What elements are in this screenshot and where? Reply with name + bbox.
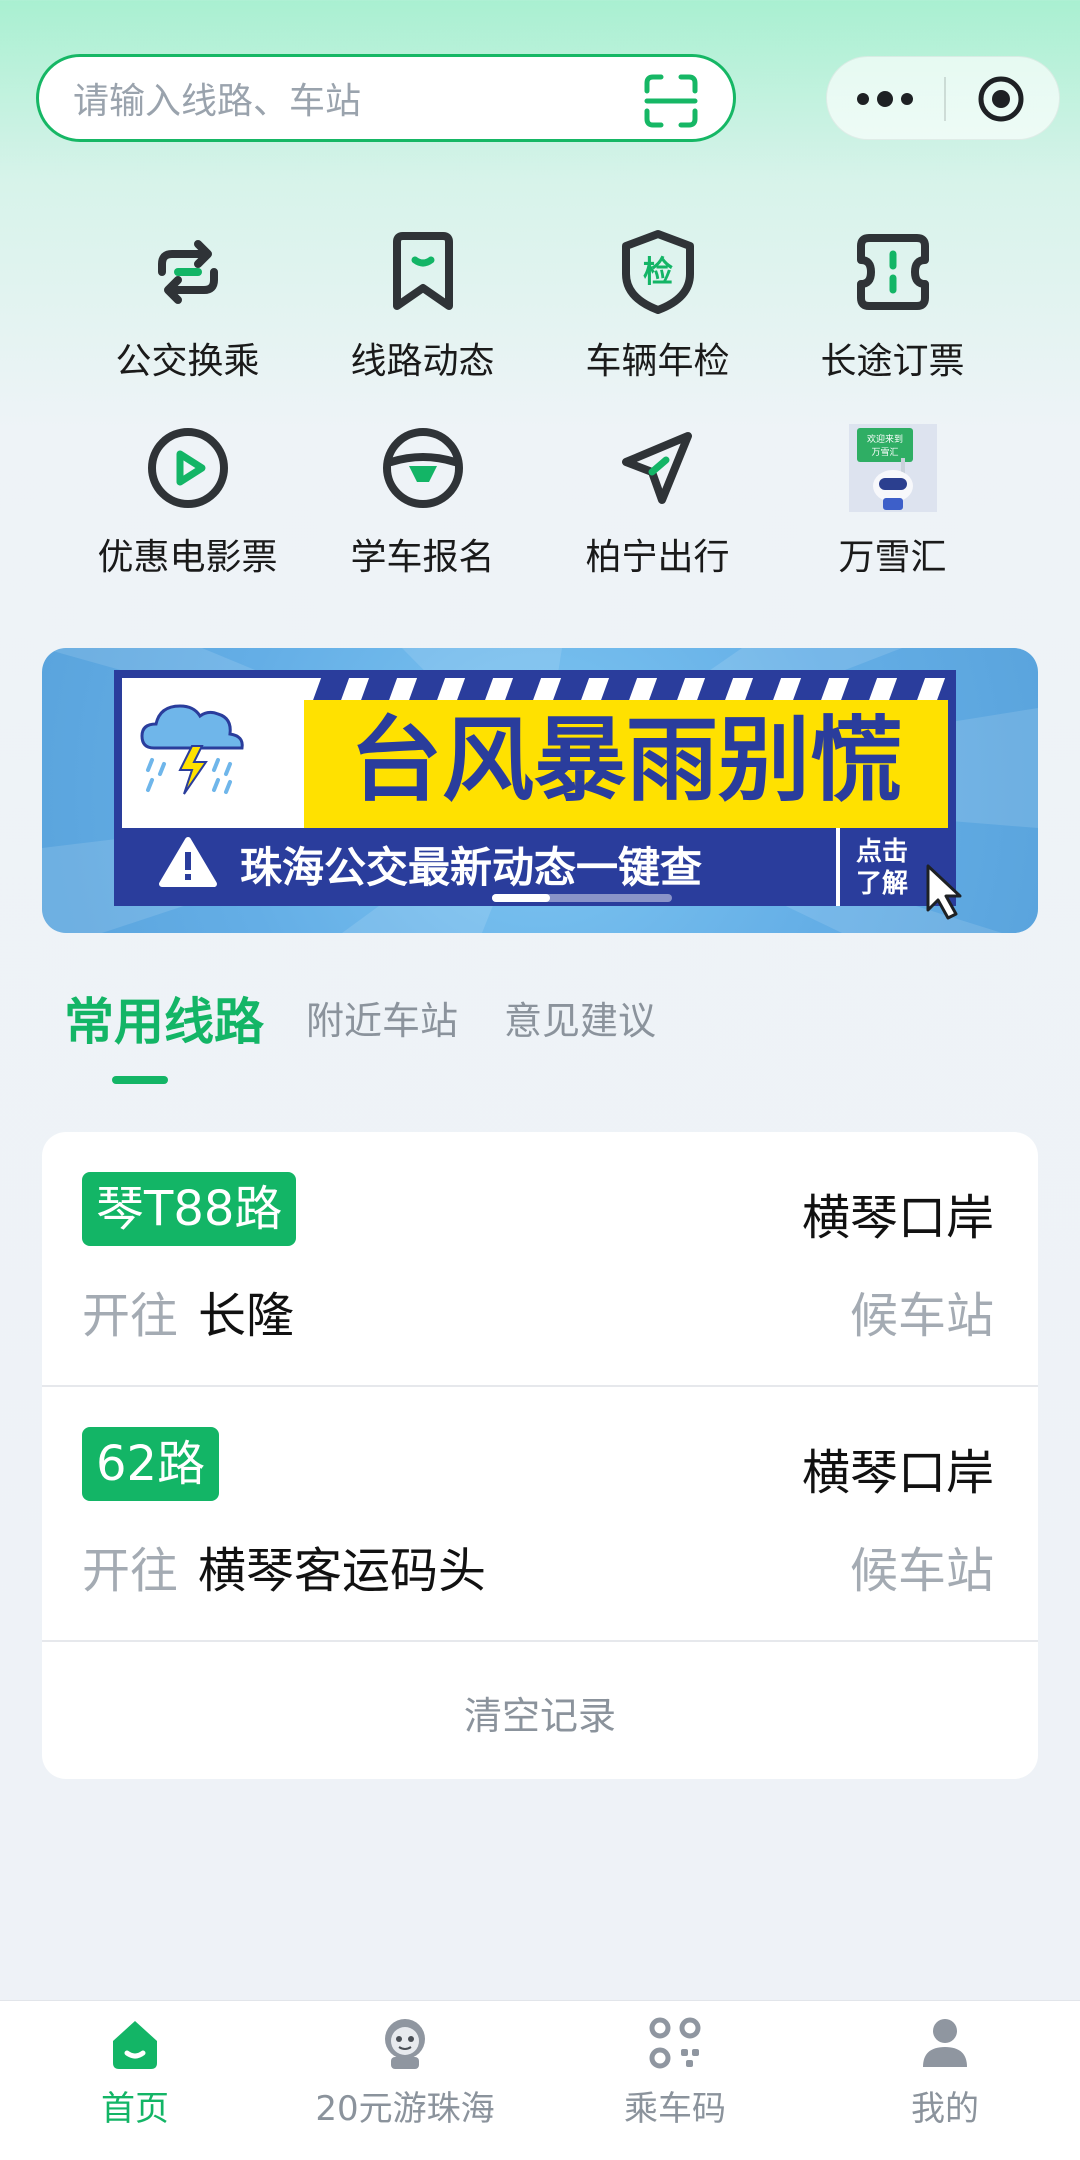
banner-cta-line2: 了解 (856, 869, 908, 899)
route-line-badge: 琴T88路 (82, 1172, 297, 1246)
grid-item-wanxuehui[interactable]: 欢迎来到 万雪汇 万雪汇 (775, 422, 1010, 582)
banner-pagination-active (492, 894, 550, 902)
miniprogram-capsule (826, 56, 1060, 140)
grid-item-label: 线路动态 (350, 341, 495, 382)
user-icon (923, 2019, 967, 2067)
grid-item-label: 学车报名 (350, 537, 495, 578)
close-target-icon[interactable] (977, 75, 1025, 123)
route-direction-label: 开往 (82, 1288, 179, 1344)
qr-code-icon (649, 2017, 701, 2069)
tab-nearby-stations[interactable]: 附近车站 (306, 990, 458, 1045)
more-icon[interactable] (855, 82, 915, 116)
grid-item-label: 公交换乘 (115, 341, 260, 382)
mascot-image: 欢迎来到 万雪汇 (848, 424, 937, 512)
grid-item-driving-school[interactable]: 学车报名 (305, 422, 540, 582)
grid-item-label: 万雪汇 (838, 537, 947, 578)
route-line-badge: 62路 (82, 1427, 220, 1501)
capsule-divider (944, 77, 946, 121)
svg-text:万雪汇: 万雪汇 (871, 447, 898, 458)
grid-item-route-status[interactable]: 线路动态 (305, 226, 540, 386)
nav-20yuan-tour[interactable]: 20元游珠海 (270, 2001, 540, 2160)
svg-text:欢迎来到: 欢迎来到 (866, 433, 902, 445)
nav-home[interactable]: 首页 (0, 2001, 270, 2160)
route-status: 候车站 (849, 1543, 994, 1599)
nav-ride-code[interactable]: 乘车码 (540, 2001, 810, 2160)
grid-item-inspection[interactable]: 检 车辆年检 (540, 226, 775, 386)
scan-icon[interactable] (643, 73, 699, 129)
route-tabs: 常用线路 附近车站 意见建议 (64, 990, 1024, 1090)
banner-cta-line1: 点击 (856, 836, 908, 867)
grid-item-long-distance-ticket[interactable]: 长途订票 (775, 226, 1010, 386)
banner-subtitle: 珠海公交最新动态一键查 (240, 843, 702, 892)
route-stop: 横琴口岸 (801, 1445, 994, 1501)
route-stop: 横琴口岸 (801, 1190, 994, 1246)
route-item[interactable]: 琴T88路 横琴口岸 开往 长隆 候车站 (42, 1132, 1038, 1387)
grid-item-boning-travel[interactable]: 柏宁出行 (540, 422, 775, 582)
transfer-icon (157, 240, 218, 304)
active-tab-indicator (112, 1076, 168, 1084)
ticket-icon (856, 234, 929, 310)
navigation-icon (621, 432, 692, 504)
grid-item-label: 柏宁出行 (585, 537, 730, 578)
grid-item-label: 车辆年检 (585, 341, 730, 382)
route-divider (42, 1640, 1038, 1642)
search-bar[interactable]: 请输入线路、车站 (36, 54, 736, 142)
mascot-icon (385, 2019, 425, 2069)
grid-item-label: 优惠电影票 (97, 537, 278, 578)
grid-item-label: 长途订票 (820, 341, 965, 382)
route-direction-label: 开往 (82, 1543, 179, 1599)
banner-title: 台风暴雨别慌 (350, 710, 902, 812)
nav-label: 我的 (911, 2089, 979, 2129)
typhoon-banner[interactable]: 台风暴雨别慌 珠海公交最新动态一键查 点击 了解 (42, 648, 1038, 933)
frequent-routes-card: 琴T88路 横琴口岸 开往 长隆 候车站 62路 横琴口岸 开往 横琴客运码头 … (42, 1132, 1038, 1779)
bookmark-icon (392, 232, 453, 310)
route-direction: 横琴客运码头 (198, 1543, 487, 1599)
inspection-icon-text: 检 (643, 255, 673, 290)
route-direction: 长隆 (198, 1288, 295, 1344)
inspection-shield-icon: 检 (621, 230, 694, 314)
steering-wheel-icon (382, 428, 463, 508)
bottom-tab-bar: 首页 20元游珠海 乘车码 我的 (0, 2000, 1080, 2160)
banner-artwork: 台风暴雨别慌 珠海公交最新动态一键查 点击 了解 (42, 648, 1038, 933)
search-placeholder: 请输入线路、车站 (73, 81, 362, 122)
nav-label: 首页 (101, 2089, 169, 2129)
nav-profile[interactable]: 我的 (810, 2001, 1080, 2160)
home-icon (113, 2021, 157, 2069)
grid-item-transfer[interactable]: 公交换乘 (70, 226, 305, 386)
nav-label: 20元游珠海 (315, 2089, 495, 2129)
route-item[interactable]: 62路 横琴口岸 开往 横琴客运码头 候车站 (42, 1387, 1038, 1642)
tab-frequent-routes[interactable]: 常用线路 (64, 982, 264, 1054)
play-icon (147, 428, 228, 508)
nav-label: 乘车码 (624, 2089, 726, 2129)
clear-history-button[interactable]: 清空记录 (42, 1654, 1038, 1779)
grid-item-movie-ticket[interactable]: 优惠电影票 (70, 422, 305, 582)
banner-pagination (492, 894, 672, 902)
tab-feedback[interactable]: 意见建议 (504, 990, 656, 1045)
route-status: 候车站 (849, 1288, 994, 1344)
